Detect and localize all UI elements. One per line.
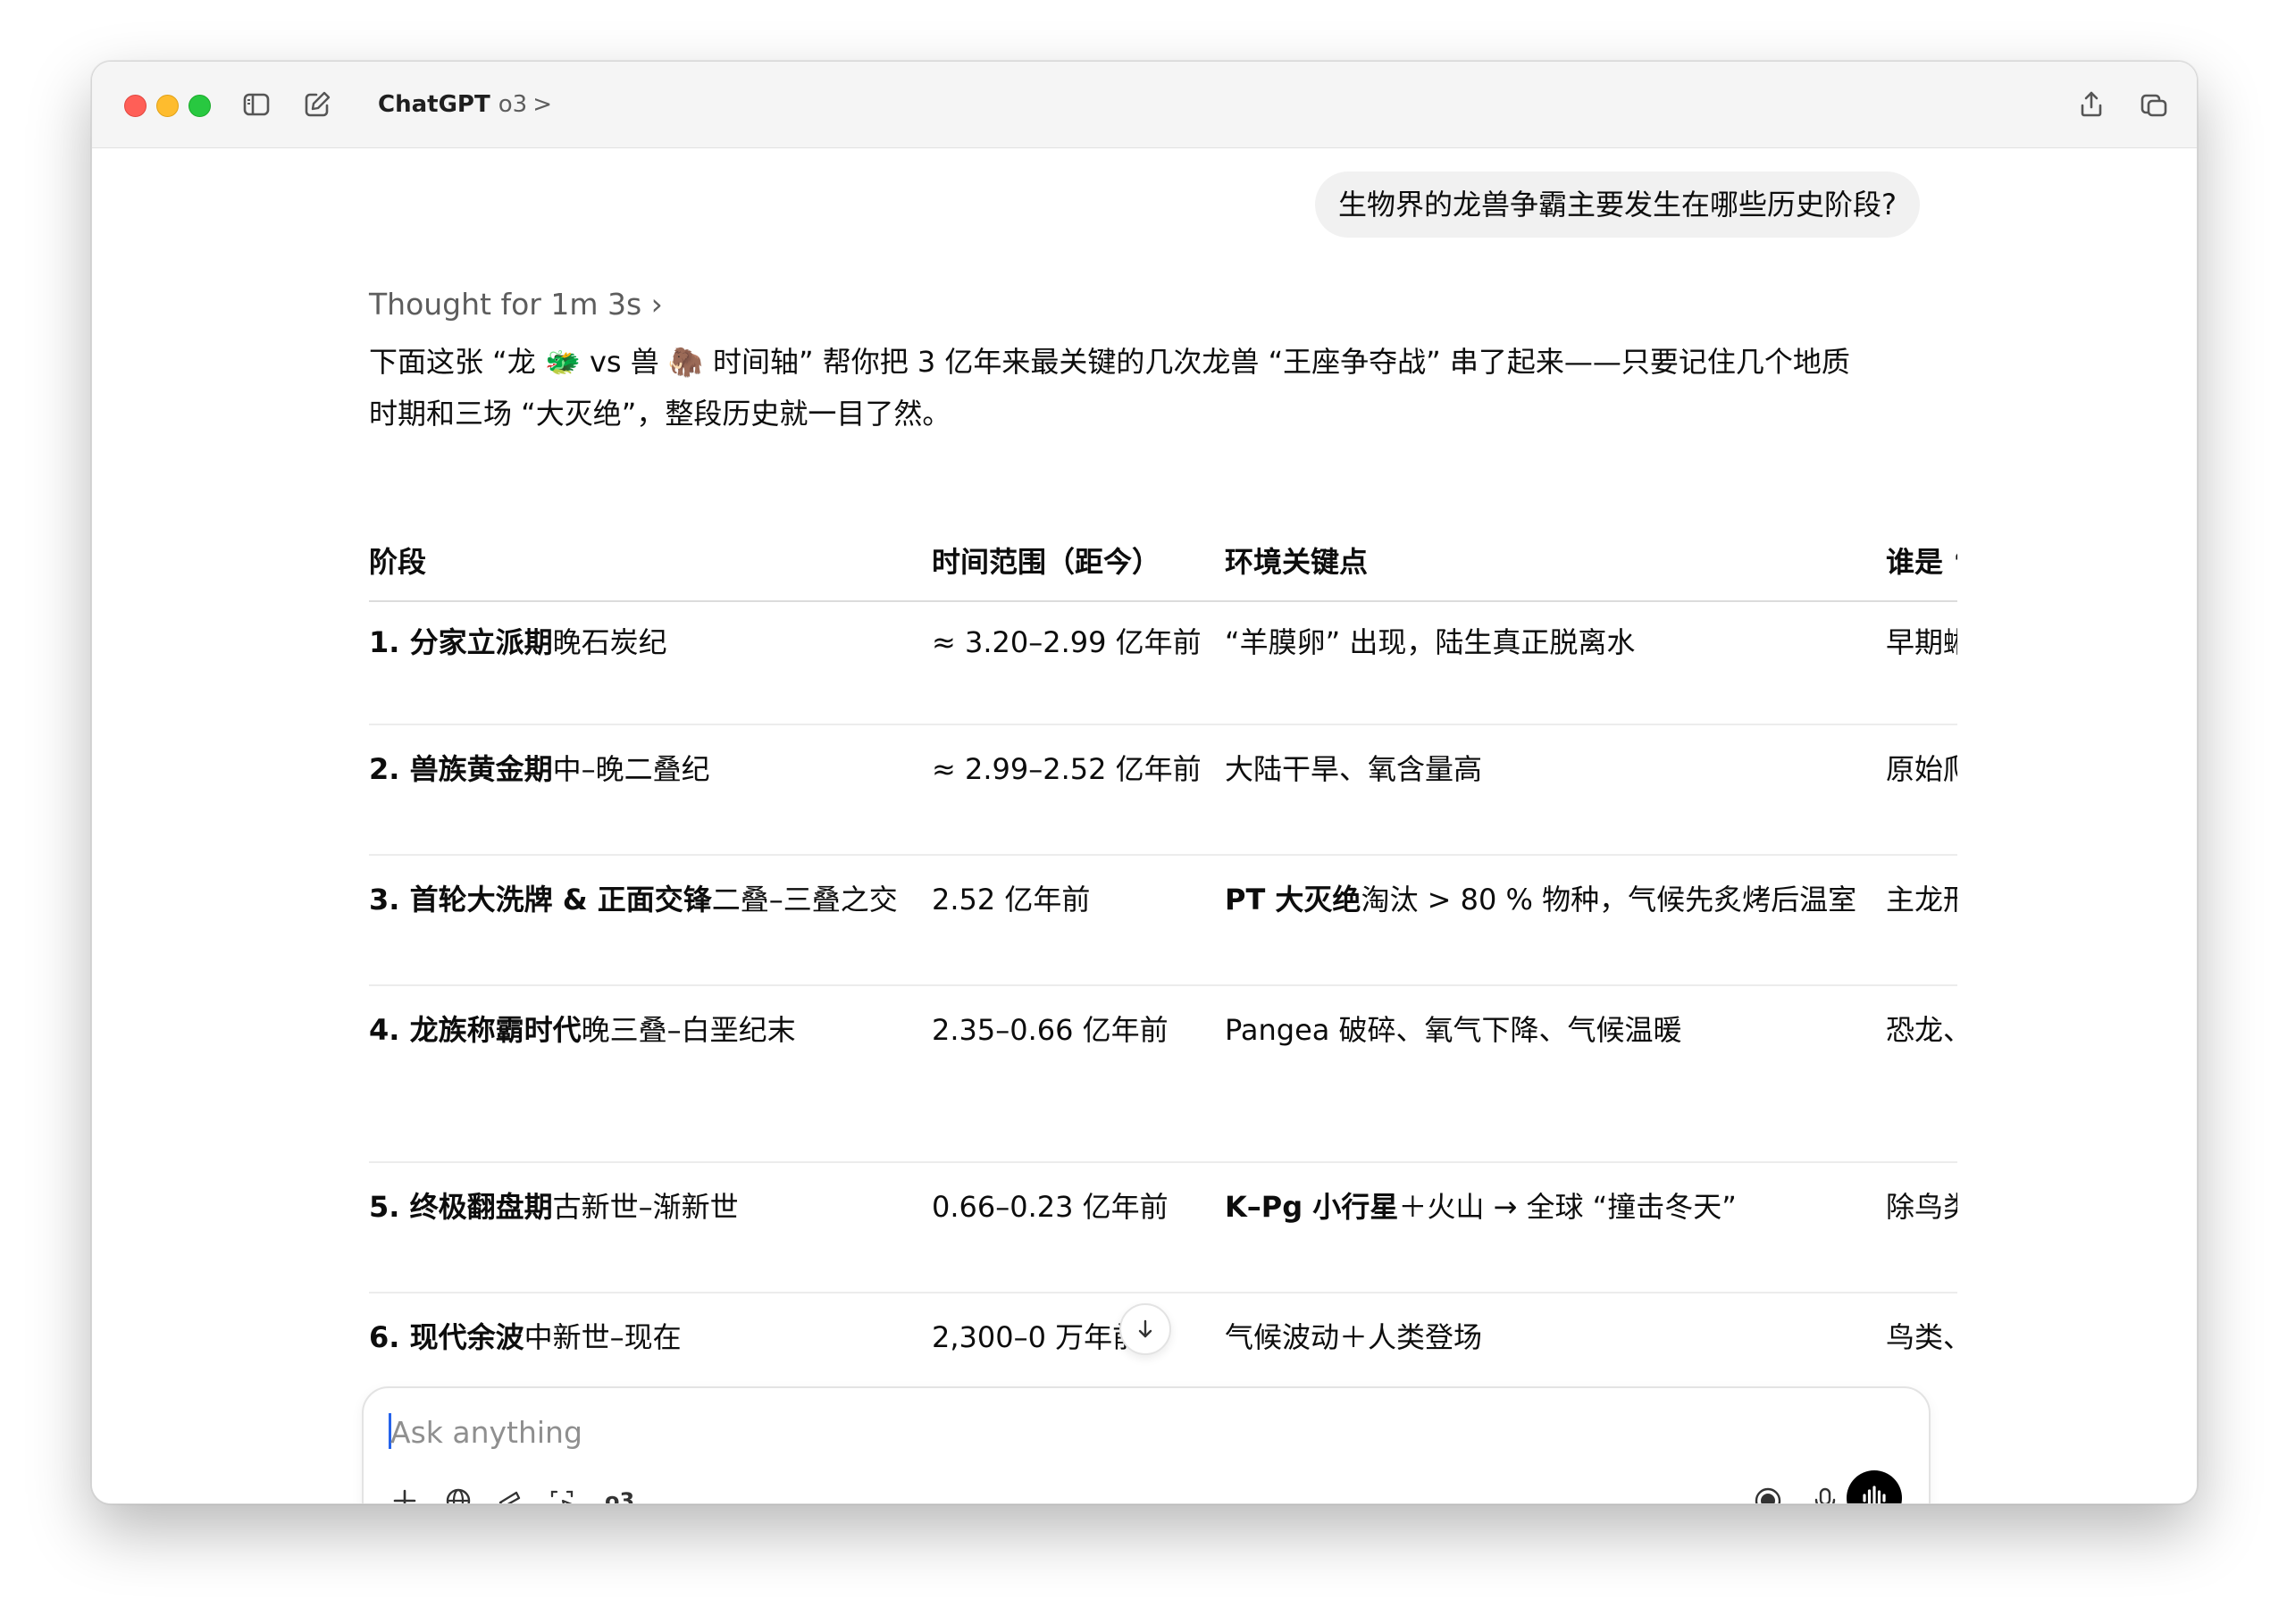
column-header: 环境关键点 (1225, 545, 1369, 579)
message-composer: o3 (362, 1386, 1931, 1503)
record-icon[interactable] (1750, 1483, 1786, 1503)
env-text: 气候波动＋人类登场 (1225, 1320, 1483, 1354)
sidebar-toggle-icon[interactable] (240, 88, 272, 121)
assistant-intro: 下面这张 “龙 🐲 vs 兽 🦣 时间轴” 帮你把 3 亿年来最关键的几次龙兽 … (369, 336, 1932, 439)
env-cell: Pangea 破碎、氧气下降、气候温暖 (1225, 1008, 1682, 1049)
voice-mode-button[interactable] (1847, 1470, 1902, 1503)
column-header: 阶段 (369, 545, 427, 579)
stage-cell: 2. 兽族黄金期中–晚二叠纪 (369, 747, 710, 788)
env-text: 淘汰 > 80 % 物种，气候先炙烤后温室 (1361, 883, 1857, 917)
time-cell: 2.35–0.66 亿年前 (932, 1013, 1169, 1047)
app-name: ChatGPT (378, 91, 490, 118)
who-cell: 恐龙、 (1886, 1013, 1957, 1047)
who-cell: 主龙形 (1886, 883, 1957, 917)
waveform-icon (1863, 1486, 1886, 1503)
env-text: Pangea 破碎、氧气下降、气候温暖 (1225, 1013, 1682, 1047)
plus-icon[interactable] (387, 1483, 423, 1503)
env-cell: K–Pg 小行星＋火山 → 全球 “撞击冬天” (1225, 1185, 1737, 1226)
column-header: 时间范围（距今） (932, 545, 1161, 579)
intro-line-1: 下面这张 “龙 🐲 vs 兽 🦣 时间轴” 帮你把 3 亿年来最关键的几次龙兽 … (369, 336, 1932, 388)
table-header-row: 阶段 时间范围（距今） 环境关键点 谁是 ‘ (369, 532, 1957, 602)
model-tag[interactable]: o3 (605, 1483, 634, 1503)
new-window-icon[interactable] (2138, 88, 2170, 121)
share-icon[interactable] (2075, 88, 2107, 121)
env-text: ＋火山 → 全球 “撞击冬天” (1398, 1190, 1737, 1224)
table-row: 1. 分家立派期晚石炭纪 ≈ 3.20–2.99 亿年前 “羊膜卵” 出现，陆生… (369, 602, 1957, 725)
user-message: 生物界的龙兽争霸主要发生在哪些历史阶段? (1315, 172, 1920, 238)
intro-text: vs 兽 (580, 345, 668, 379)
stage-period: 古新世–渐新世 (552, 1190, 739, 1224)
intro-line-2: 时期和三场 “大灭绝”，整段历史就一目了然。 (369, 397, 951, 431)
stage-cell: 5. 终极翻盘期古新世–渐新世 (369, 1185, 739, 1226)
stage-cell: 1. 分家立派期晚石炭纪 (369, 620, 667, 661)
stage-period: 晚石炭纪 (552, 625, 667, 659)
env-text: 大陆干旱、氧含量高 (1225, 752, 1483, 786)
intro-text: 下面这张 “龙 (369, 345, 545, 379)
env-cell: “羊膜卵” 出现，陆生真正脱离水 (1225, 620, 1635, 661)
who-cell: 除鸟类 (1886, 1190, 1957, 1224)
stage-title: 4. 龙族称霸时代 (369, 1013, 582, 1047)
stage-title: 1. 分家立派期 (369, 625, 553, 659)
mammoth-emoji-icon: 🦣 (667, 345, 704, 379)
stage-title: 5. 终极翻盘期 (369, 1190, 553, 1224)
globe-icon[interactable] (440, 1483, 476, 1503)
stage-title: 2. 兽族黄金期 (369, 752, 553, 786)
select-area-icon[interactable] (544, 1483, 580, 1503)
who-cell: 早期蜥 (1886, 625, 1957, 659)
who-cell: 原始爬 (1886, 752, 1957, 786)
chevron-right-icon: > (532, 91, 553, 118)
env-highlight: K–Pg 小行星 (1225, 1190, 1399, 1224)
stage-cell: 4. 龙族称霸时代晚三叠–白垩纪末 (369, 1008, 796, 1049)
arrow-down-icon (1138, 1319, 1152, 1338)
chat-area: 生物界的龙兽争霸主要发生在哪些历史阶段? Thought for 1m 3s ›… (92, 148, 2197, 1503)
time-cell: 2,300–0 万年前 (932, 1320, 1142, 1354)
close-window-button[interactable] (124, 95, 147, 117)
stage-period: 二叠–三叠之交 (711, 883, 898, 917)
who-cell: 鸟类、 (1886, 1320, 1957, 1354)
minimize-window-button[interactable] (156, 95, 179, 117)
telescope-icon[interactable] (492, 1483, 528, 1503)
stage-cell: 3. 首轮大洗牌 & 正面交锋二叠–三叠之交 (369, 877, 898, 918)
thought-toggle[interactable]: Thought for 1m 3s › (369, 287, 663, 322)
table-row: 4. 龙族称霸时代晚三叠–白垩纪末 2.35–0.66 亿年前 Pangea 破… (369, 986, 1957, 1163)
new-chat-icon[interactable] (301, 88, 333, 121)
maximize-window-button[interactable] (188, 95, 211, 117)
stage-period: 中–晚二叠纪 (552, 752, 710, 786)
env-cell: 气候波动＋人类登场 (1225, 1315, 1482, 1356)
dragon-emoji-icon: 🐲 (544, 345, 581, 379)
stage-period: 中新世–现在 (524, 1320, 682, 1354)
table-row: 3. 首轮大洗牌 & 正面交锋二叠–三叠之交 2.52 亿年前 PT 大灭绝淘汰… (369, 856, 1957, 986)
time-cell: 2.52 亿年前 (932, 883, 1091, 917)
column-header: 谁是 ‘ (1886, 545, 1957, 579)
model-selector[interactable]: ChatGPT o3 > (378, 88, 552, 121)
stage-title: 3. 首轮大洗牌 & 正面交锋 (369, 883, 712, 917)
time-cell: ≈ 2.99–2.52 亿年前 (932, 752, 1202, 786)
env-highlight: PT 大灭绝 (1225, 883, 1361, 917)
scroll-to-bottom-button[interactable] (1119, 1303, 1171, 1355)
app-window: ChatGPT o3 > 生物界的龙兽争霸主要发生在哪些历史阶段? Thought… (91, 61, 2198, 1504)
model-name: o3 (498, 91, 528, 118)
env-cell: PT 大灭绝淘汰 > 80 % 物种，气候先炙烤后温室 (1225, 877, 1856, 918)
title-bar: ChatGPT o3 > (92, 62, 2197, 148)
table-row: 2. 兽族黄金期中–晚二叠纪 ≈ 2.99–2.52 亿年前 大陆干旱、氧含量高… (369, 725, 1957, 856)
table-row: 5. 终极翻盘期古新世–渐新世 0.66–0.23 亿年前 K–Pg 小行星＋火… (369, 1163, 1957, 1293)
env-text: “羊膜卵” 出现，陆生真正脱离水 (1225, 625, 1636, 659)
timeline-table[interactable]: 阶段 时间范围（距今） 环境关键点 谁是 ‘ 1. 分家立派期晚石炭纪 ≈ 3.… (369, 532, 1957, 1368)
message-input[interactable] (389, 1408, 1732, 1456)
stage-period: 晚三叠–白垩纪末 (581, 1013, 796, 1047)
env-cell: 大陆干旱、氧含量高 (1225, 747, 1482, 788)
microphone-icon[interactable] (1807, 1483, 1843, 1503)
time-cell: 0.66–0.23 亿年前 (932, 1190, 1169, 1224)
stage-title: 6. 现代余波 (369, 1320, 524, 1354)
stage-cell: 6. 现代余波中新世–现在 (369, 1315, 682, 1356)
intro-text: 时间轴” 帮你把 3 亿年来最关键的几次龙兽 “王座争夺战” 串了起来——只要记… (703, 345, 1850, 379)
time-cell: ≈ 3.20–2.99 亿年前 (932, 625, 1202, 659)
